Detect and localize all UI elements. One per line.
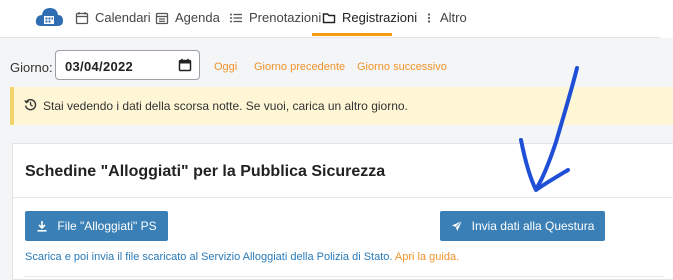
date-value: 03/04/2022 xyxy=(65,59,134,74)
download-alloggiati-file-button[interactable]: File "Alloggiati" PS xyxy=(25,211,168,241)
nav-item-agenda[interactable]: Agenda xyxy=(155,0,220,35)
history-icon xyxy=(24,98,37,111)
info-alert: Stai vedendo i dati della scorsa notte. … xyxy=(10,87,673,125)
send-button-label: Invia dati alla Questura xyxy=(471,219,595,233)
card-title: Schedine "Alloggiati" per la Pubblica Si… xyxy=(25,163,386,180)
send-paper-plane-icon xyxy=(451,220,463,232)
open-guide-link[interactable]: Apri la guida. xyxy=(395,251,459,263)
calendar-picker-icon[interactable] xyxy=(178,58,192,72)
nav-label: Agenda xyxy=(175,10,220,25)
card-divider xyxy=(13,197,673,198)
day-label: Giorno: xyxy=(10,60,53,75)
bottom-divider xyxy=(24,276,664,277)
previous-day-link[interactable]: Giorno precedente xyxy=(254,61,345,73)
download-button-label: File "Alloggiati" PS xyxy=(57,219,157,233)
top-navigation: Calendari Agenda Prenotazioni Registrazi… xyxy=(0,0,673,37)
download-icon xyxy=(36,220,48,232)
next-day-link[interactable]: Giorno successivo xyxy=(357,61,447,73)
nav-item-prenotazioni[interactable]: Prenotazioni xyxy=(229,0,321,35)
agenda-icon xyxy=(155,11,169,25)
nav-label: Calendari xyxy=(95,10,151,25)
nav-label: Registrazioni xyxy=(342,10,418,25)
nav-item-registrazioni[interactable]: Registrazioni xyxy=(322,0,417,35)
nav-label: Prenotazioni xyxy=(249,10,322,25)
app-logo-icon[interactable] xyxy=(34,3,64,33)
nav-label: Altro xyxy=(440,10,467,25)
nav-item-calendari[interactable]: Calendari xyxy=(75,0,151,35)
alloggiati-card: Schedine "Alloggiati" per la Pubblica Si… xyxy=(12,143,673,280)
folder-icon xyxy=(322,11,336,25)
calendar-blank-icon xyxy=(75,11,89,25)
alert-text: Stai vedendo i dati della scorsa notte. … xyxy=(43,99,408,113)
card-note-text: Scarica e poi invia il file scaricato al… xyxy=(25,251,393,263)
vertical-dots-icon xyxy=(426,11,432,25)
today-link[interactable]: Oggi xyxy=(214,61,237,73)
send-to-questura-button[interactable]: Invia dati alla Questura xyxy=(440,211,605,241)
nav-item-altro[interactable]: Altro xyxy=(426,0,467,35)
card-note: Scarica e poi invia il file scaricato al… xyxy=(25,251,459,263)
date-input[interactable]: 03/04/2022 xyxy=(55,50,200,80)
list-icon xyxy=(229,11,243,25)
active-tab-indicator xyxy=(312,33,392,36)
